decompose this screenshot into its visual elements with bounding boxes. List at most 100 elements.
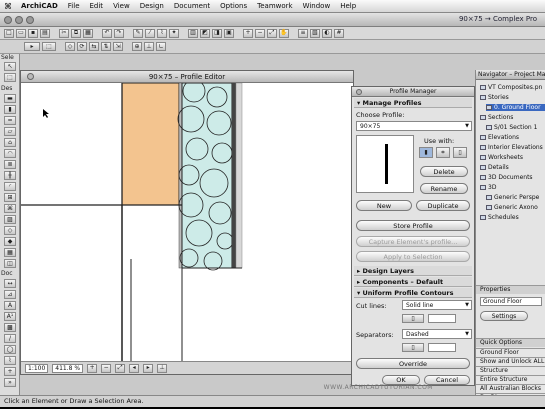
new-file-icon[interactable]: □: [4, 28, 14, 38]
uniform-contours-section[interactable]: ▾ Uniform Profile Contours: [354, 288, 472, 298]
level-dimension-tool-icon[interactable]: ⊿: [4, 290, 16, 299]
quick-option-item[interactable]: Show and Unlock ALL: [476, 357, 545, 366]
pan-icon[interactable]: ✋: [279, 28, 289, 38]
rename-button[interactable]: Rename: [420, 183, 468, 194]
pen-set-icon[interactable]: ▧: [310, 28, 320, 38]
floor-plan-icon[interactable]: ▥: [188, 28, 198, 38]
text-tool-icon[interactable]: A: [4, 301, 16, 310]
use-with-wall-icon[interactable]: ▮: [419, 147, 433, 158]
separators-dropdown[interactable]: Dashed ▼: [402, 329, 472, 339]
quick-option-item[interactable]: All Australian Blocks: [476, 384, 545, 393]
project-map-item[interactable]: Worksheets: [480, 154, 523, 161]
scale-field[interactable]: 1:100: [25, 363, 49, 373]
project-map-item[interactable]: VT Composites.pn: [480, 84, 542, 91]
print-icon[interactable]: ▤: [40, 28, 50, 38]
morph-tool-icon[interactable]: ◆: [4, 237, 16, 246]
duplicate-button[interactable]: Duplicate: [416, 200, 470, 211]
apply-to-selection-button[interactable]: Apply to Selection: [356, 251, 470, 262]
project-map-item[interactable]: Schedules: [480, 214, 519, 221]
menu-window[interactable]: Window: [298, 2, 336, 10]
copy-icon[interactable]: ⧉: [71, 28, 81, 38]
project-map-item[interactable]: Generic Axono: [486, 204, 538, 211]
close-icon[interactable]: [27, 73, 34, 80]
layers-icon[interactable]: ≡: [298, 28, 308, 38]
layout-icon[interactable]: ▣: [224, 28, 234, 38]
separator-pen-icon[interactable]: ▯: [402, 343, 424, 352]
render-icon[interactable]: ◐: [322, 28, 332, 38]
paste-icon[interactable]: ▦: [83, 28, 93, 38]
project-map-item[interactable]: 3D Documents: [480, 174, 533, 181]
project-map-item[interactable]: Generic Perspe: [486, 194, 539, 201]
components-section[interactable]: ▸ Components – Default: [354, 277, 472, 287]
mirror-icon[interactable]: ⇆: [89, 42, 99, 51]
menu-view[interactable]: View: [108, 2, 135, 10]
marquee-icon[interactable]: ⬚: [42, 42, 56, 51]
menu-teamwork[interactable]: Teamwork: [252, 2, 297, 10]
fill-tool-icon[interactable]: ▩: [4, 323, 16, 332]
wall-tool-icon[interactable]: ▬: [4, 94, 16, 103]
redo-icon[interactable]: ↷: [114, 28, 124, 38]
store-profile-button[interactable]: Store Profile: [356, 220, 470, 231]
orientation-icon[interactable]: ⊥: [157, 363, 168, 373]
previous-zoom-icon[interactable]: ◂: [129, 363, 140, 373]
zoom-window-icon[interactable]: [26, 16, 34, 24]
cut-icon[interactable]: ✂: [59, 28, 69, 38]
pencil-icon[interactable]: ✎: [133, 28, 143, 38]
profile-drawing-canvas[interactable]: [21, 83, 353, 361]
menu-document[interactable]: Document: [169, 2, 215, 10]
selection-filter-icon[interactable]: ◇: [65, 42, 75, 51]
close-window-icon[interactable]: [4, 16, 12, 24]
slab-tool-icon[interactable]: ▱: [4, 127, 16, 136]
minimize-window-icon[interactable]: [15, 16, 23, 24]
project-map-item[interactable]: Details: [480, 164, 509, 171]
open-file-icon[interactable]: ▭: [16, 28, 26, 38]
beam-tool-icon[interactable]: ═: [4, 116, 16, 125]
project-map-item[interactable]: Interior Elevations: [480, 144, 543, 151]
elevate-icon[interactable]: ⇅: [101, 42, 111, 51]
railing-tool-icon[interactable]: ╫: [4, 171, 16, 180]
hotspot-tool-icon[interactable]: +: [4, 367, 16, 376]
pointer-mode-icon[interactable]: ▸: [24, 42, 40, 51]
manage-profiles-section[interactable]: ▾ Manage Profiles: [354, 98, 472, 108]
shell-tool-icon[interactable]: ◠: [4, 149, 16, 158]
cut-lines-dropdown[interactable]: Solid line ▼: [402, 300, 472, 310]
object-tool-icon[interactable]: ⌘: [4, 204, 16, 213]
dimension-tool-icon[interactable]: ↔: [4, 279, 16, 288]
arrow-tool-icon[interactable]: ↖: [4, 62, 16, 71]
capture-profile-button[interactable]: Capture Element's profile...: [356, 236, 470, 247]
zoom-in-icon[interactable]: +: [87, 363, 98, 373]
cut-line-pen-icon[interactable]: ▯: [402, 314, 424, 323]
3d-window-icon[interactable]: ◩: [200, 28, 210, 38]
curtain-wall-tool-icon[interactable]: ▦: [4, 248, 16, 257]
menu-edit[interactable]: Edit: [85, 2, 109, 10]
project-map-item[interactable]: 0. Ground Floor: [486, 104, 545, 111]
zoom-out-icon[interactable]: −: [101, 363, 112, 373]
fit-in-window-icon[interactable]: ⤢: [115, 363, 126, 373]
window-tool-icon[interactable]: ⊞: [4, 193, 16, 202]
quick-option-item[interactable]: Entire Structure: [476, 375, 545, 384]
fit-in-window-icon[interactable]: ⤢: [267, 28, 277, 38]
zoom-out-icon[interactable]: −: [255, 28, 265, 38]
apple-menu-icon[interactable]: ⌘: [0, 2, 16, 11]
delete-button[interactable]: Delete: [420, 166, 468, 177]
close-icon[interactable]: [356, 89, 362, 95]
label-tool-icon[interactable]: A¹: [4, 312, 16, 321]
door-tool-icon[interactable]: ◜: [4, 182, 16, 191]
eyedropper-icon[interactable]: ⁄: [145, 28, 155, 38]
ortho-icon[interactable]: ∟: [156, 42, 166, 51]
snap-icon[interactable]: ⊕: [132, 42, 142, 51]
guide-icon[interactable]: ⊥: [144, 42, 154, 51]
menu-help[interactable]: Help: [335, 2, 361, 10]
zoom-in-icon[interactable]: +: [243, 28, 253, 38]
menu-options[interactable]: Options: [215, 2, 252, 10]
section-icon[interactable]: ◨: [212, 28, 222, 38]
next-zoom-icon[interactable]: ▸: [143, 363, 154, 373]
use-with-beam-icon[interactable]: ⌗: [436, 147, 450, 158]
mesh-tool-icon[interactable]: ◇: [4, 226, 16, 235]
zone-tool-icon[interactable]: ▨: [4, 215, 16, 224]
polyline-tool-icon[interactable]: ⌇: [4, 356, 16, 365]
rotate-icon[interactable]: ⟳: [77, 42, 87, 51]
project-map-item[interactable]: 3D: [480, 184, 496, 191]
project-map-item[interactable]: Elevations: [480, 134, 519, 141]
marquee-tool-icon[interactable]: ⬚: [4, 73, 16, 82]
